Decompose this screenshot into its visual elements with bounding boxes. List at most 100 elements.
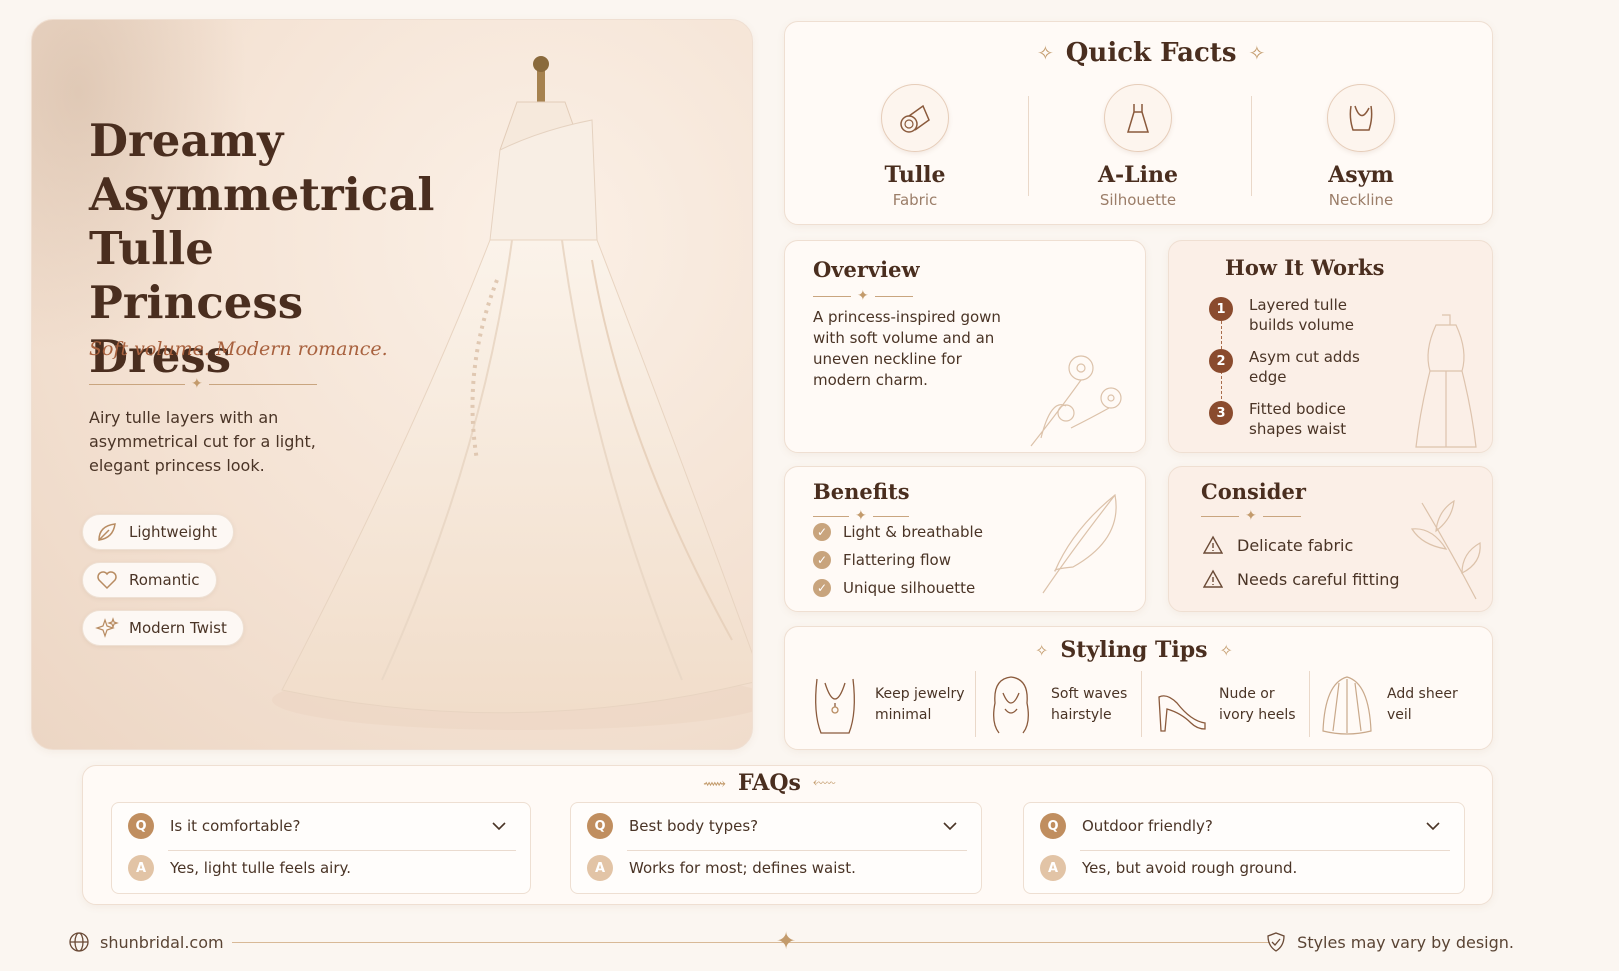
footer-site[interactable]: shunbridal.com (68, 931, 224, 953)
fact-label: Fabric (892, 191, 938, 209)
fact-neckline: Asym Neckline (1261, 84, 1461, 209)
flower-icon (1030, 355, 1122, 447)
styling-tip-text: Nude or ivory heels (1219, 686, 1296, 723)
footer-note: Styles may vary by design. (1265, 931, 1514, 953)
check-icon: ✓ (813, 523, 831, 541)
dress-form-icon (1415, 314, 1477, 448)
fact-value: A-Line (1097, 162, 1179, 188)
styling-tips-title: Styling Tips (1060, 637, 1208, 663)
sparkle-icon (95, 617, 119, 638)
consider-text: Delicate fabric (1237, 535, 1354, 555)
dress-icon (1126, 104, 1150, 133)
styling-tip-heels: Nude or ivory heels (1151, 673, 1309, 737)
quick-facts-title: Quick Facts (1065, 38, 1237, 68)
necklace-icon (815, 678, 855, 734)
branch-icon (1410, 499, 1481, 600)
flourish-left-icon: ⟿ (703, 773, 726, 793)
footer-site-link[interactable]: shunbridal.com (100, 933, 224, 952)
chevron-down-icon[interactable] (1424, 817, 1442, 835)
hair-icon (993, 676, 1029, 734)
styling-tip-jewelry: Keep jewelry minimal (807, 673, 965, 737)
faq-separator (168, 850, 516, 851)
consider-text: Needs careful fitting (1237, 569, 1400, 589)
question-badge: Q (1040, 813, 1066, 839)
feature-chip-label: Romantic (129, 571, 200, 589)
styling-tip-text: Add sheer veil (1387, 686, 1458, 723)
tip-divider (1141, 671, 1142, 737)
step-1: 1 Layered tulle builds volume (1209, 295, 1369, 335)
feature-chip-label: Modern Twist (129, 619, 227, 637)
faq-item[interactable]: Q Outdoor friendly? A Yes, but avoid rou… (1023, 802, 1465, 894)
step-text: Layered tulle builds volume (1249, 296, 1355, 334)
warning-icon (1203, 535, 1223, 554)
styling-tip-text: Soft waves hairstyle (1051, 686, 1128, 723)
footer-note-text: Styles may vary by design. (1297, 932, 1514, 952)
veil-icon (1322, 676, 1372, 735)
step-text: Fitted bodice shapes waist (1249, 400, 1347, 438)
faqs-heading: ⟿ FAQs ⬳ (703, 770, 836, 796)
step-number: 3 (1209, 401, 1233, 425)
quick-facts-heading: ✧ Quick Facts ✧ (1037, 38, 1265, 68)
benefit-text: Light & breathable (843, 523, 983, 541)
chevron-down-icon[interactable] (490, 817, 508, 835)
fact-fabric: Tulle Fabric (815, 84, 1015, 209)
feature-chip-romantic: Romantic (82, 562, 217, 598)
chevron-down-icon[interactable] (941, 817, 959, 835)
faq-answer-text: Yes, but avoid rough ground. (1082, 859, 1298, 877)
faq-answer-text: Yes, light tulle feels airy. (170, 859, 352, 877)
feature-chip-label: Lightweight (129, 523, 218, 541)
hero-divider: ✦ (89, 377, 317, 391)
hero-panel: Dreamy Asymmetrical Tulle Princess Dress… (31, 19, 753, 750)
check-icon: ✓ (813, 579, 831, 597)
answer-badge: A (1040, 855, 1066, 881)
fact-value: Tulle (884, 162, 946, 188)
faqs-title: FAQs (737, 770, 801, 796)
step-3: 3 Fitted bodice shapes waist (1209, 399, 1369, 439)
faq-answer: A Works for most; defines waist. (587, 855, 856, 881)
leaf-icon (98, 523, 116, 541)
tip-divider (975, 671, 976, 737)
faq-separator (627, 850, 967, 851)
warning-icon (1203, 569, 1223, 588)
benefit-item: ✓ Flattering flow (813, 551, 951, 569)
faq-question-text: Is it comfortable? (170, 817, 301, 835)
question-badge: Q (587, 813, 613, 839)
fact-label: Neckline (1328, 191, 1394, 209)
overview-card: Overview ✦ A princess-inspired gown with… (784, 240, 1146, 453)
fact-divider (1251, 96, 1252, 196)
tip-divider (1309, 671, 1310, 737)
question-badge: Q (128, 813, 154, 839)
step-2: 2 Asym cut adds edge (1209, 347, 1369, 387)
styling-tips-card: ✧ Styling Tips ✧ Keep jewelry minimal So… (784, 626, 1493, 750)
sparkle-icon: ✧ (1035, 640, 1049, 660)
fact-icon-circle (1104, 84, 1172, 152)
faq-answer: A Yes, light tulle feels airy. (128, 855, 351, 881)
fact-icon-circle (881, 84, 949, 152)
feature-chip-lightweight: Lightweight (82, 514, 235, 550)
fact-value: Asym (1328, 162, 1394, 188)
styling-tip-hair: Soft waves hairstyle (983, 673, 1141, 737)
benefit-item: ✓ Light & breathable (813, 523, 983, 541)
benefit-text: Flattering flow (843, 551, 952, 569)
faq-question[interactable]: Q Outdoor friendly? (1040, 813, 1213, 839)
faq-question-text: Best body types? (629, 817, 759, 835)
fact-label: Silhouette (1099, 191, 1177, 209)
hero-tagline: Soft volume. Modern romance. (89, 338, 388, 360)
sparkle-icon: ✧ (1219, 640, 1233, 660)
faq-separator (1080, 850, 1450, 851)
benefit-text: Unique silhouette (843, 579, 976, 597)
faq-item[interactable]: Q Is it comfortable? A Yes, light tulle … (111, 802, 531, 894)
star-icon: ✦ (776, 927, 797, 955)
styling-tip-veil: Add sheer veil (1319, 673, 1477, 737)
footer-divider (232, 942, 1270, 943)
faq-item[interactable]: Q Best body types? A Works for most; def… (570, 802, 982, 894)
benefits-card: Benefits ✦ ✓ Light & breathable ✓ Flatte… (784, 466, 1146, 612)
heel-icon (1158, 695, 1206, 732)
consider-card: Consider ✦ Delicate fabric Needs careful… (1168, 466, 1493, 612)
faq-question[interactable]: Q Is it comfortable? (128, 813, 300, 839)
heart-icon (97, 571, 117, 590)
shield-check-icon (1267, 932, 1285, 952)
sparkle-icon: ✧ (1037, 41, 1054, 65)
consider-title: Consider (1201, 479, 1306, 504)
faq-question[interactable]: Q Best body types? (587, 813, 758, 839)
